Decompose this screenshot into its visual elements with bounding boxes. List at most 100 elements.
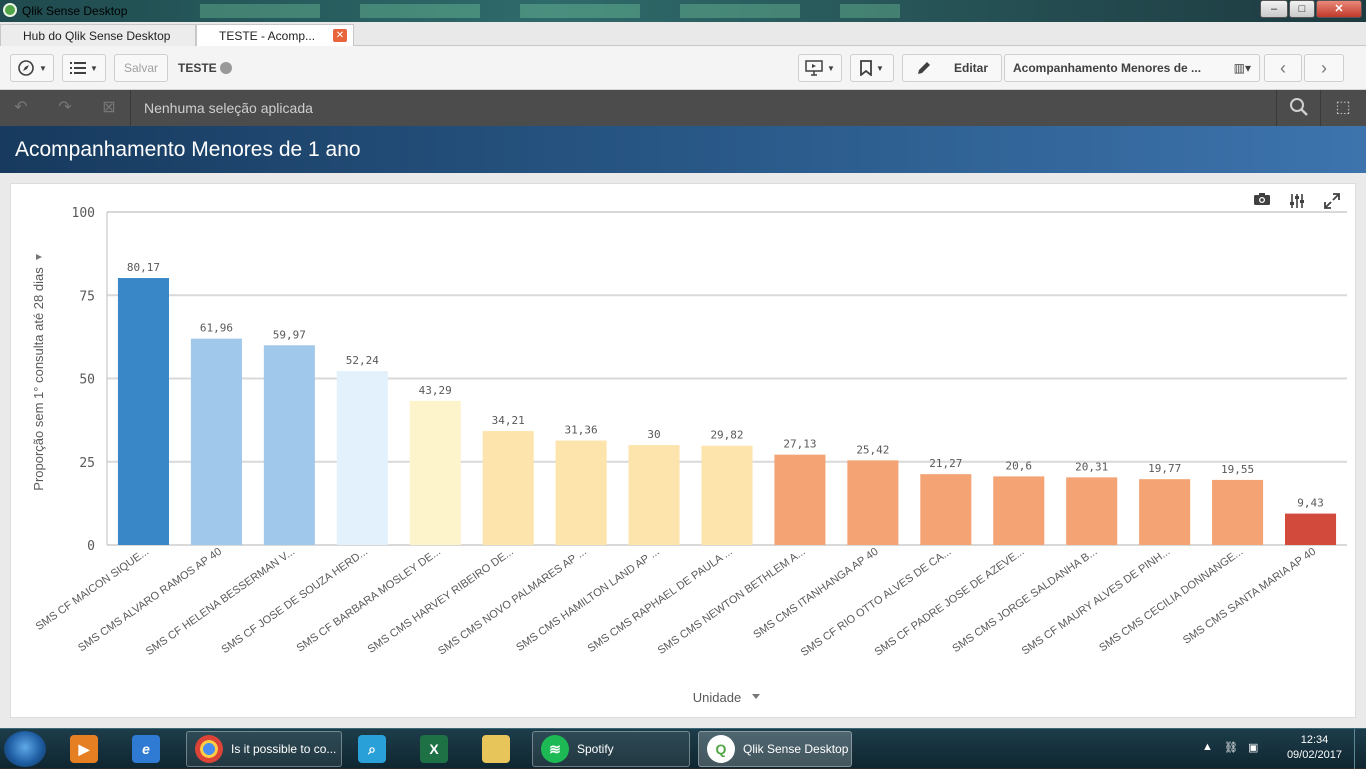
explorer-pinned[interactable] — [474, 731, 524, 767]
bar — [409, 400, 461, 545]
data-label: 19,77 — [1148, 462, 1181, 475]
excel-pinned[interactable]: X — [412, 731, 462, 767]
bookmark-icon — [860, 60, 872, 76]
chevron-right-icon: › — [1321, 57, 1327, 78]
sheet-header: Acompanhamento Menores de 1 ano — [0, 126, 1366, 173]
y-tick-label: 100 — [72, 206, 95, 221]
bar — [1139, 479, 1191, 545]
clear-selections-icon[interactable]: ⊠ — [96, 97, 122, 119]
tab-hub[interactable]: Hub do Qlik Sense Desktop — [0, 24, 196, 46]
close-tab-icon[interactable]: ✕ — [333, 29, 347, 42]
presentation-icon — [805, 60, 823, 76]
network-icon[interactable]: ⛓ — [1224, 741, 1238, 754]
x-tick-label: SMS CF MAICON SIQUE... — [34, 546, 152, 633]
x-tick-label: SMS CF JOSE DE SOUZA HERD... — [219, 546, 370, 656]
bar — [993, 476, 1045, 545]
bar — [628, 445, 680, 545]
taskbar-chrome-window[interactable]: Is it possible to co... — [186, 731, 342, 767]
bar — [117, 278, 169, 545]
x-tick-label: SMS CMS ITANHANGA AP 40 — [751, 546, 880, 641]
data-label: 34,21 — [492, 414, 525, 427]
x-tick-label: SMS CMS ALVARO RAMOS AP 40 — [76, 546, 224, 655]
data-label: 9,43 — [1297, 497, 1324, 510]
system-clock[interactable]: 12:34 09/02/2017 — [1287, 733, 1342, 763]
x-tick-label: SMS CMS HAMILTON LAND AP ... — [514, 546, 662, 654]
bar — [1285, 513, 1337, 545]
app-toolbar: ▼ ▼ Salvar TESTE ▼ ▼ Editar Acompanhamen… — [0, 46, 1366, 90]
folder-icon — [482, 735, 510, 763]
data-label: 43,29 — [419, 384, 452, 397]
y-tick-label: 50 — [79, 373, 95, 388]
selection-tool-icon[interactable]: ⬚ — [1330, 97, 1356, 119]
previous-sheet-button[interactable]: ‹ — [1264, 54, 1302, 82]
y-tick-label: 25 — [79, 456, 95, 471]
chevron-left-icon: ‹ — [1280, 57, 1286, 78]
y-tick-label: 0 — [87, 539, 95, 554]
bar — [482, 431, 534, 545]
taskbar-spotify-window[interactable]: ≋ Spotify — [532, 731, 690, 767]
x-tick-label: SMS CMS NOVO PALMARES AP ... — [436, 546, 589, 658]
y-tick-label: 75 — [79, 289, 95, 304]
list-icon — [70, 62, 87, 74]
chevron-down-icon: ▼ — [39, 63, 47, 73]
sheet-menu-button[interactable]: ▼ — [62, 54, 106, 82]
bookmarks-button[interactable]: ▼ — [850, 54, 894, 82]
bar — [774, 454, 826, 545]
divider — [1320, 90, 1321, 126]
show-desktop-button[interactable] — [1354, 729, 1366, 769]
bar — [1066, 477, 1118, 545]
chrome-icon — [195, 735, 223, 763]
bar — [336, 371, 388, 545]
x-tick-label: SMS CMS HARVEY RIBEIRO DE... — [366, 546, 516, 656]
chevron-down-icon: ▼ — [90, 63, 98, 73]
app-name-label: TESTE — [178, 61, 217, 75]
navigation-menu-button[interactable]: ▼ — [10, 54, 54, 82]
data-label: 61,96 — [200, 322, 233, 335]
no-selections-text: Nenhuma seleção aplicada — [144, 100, 313, 116]
window-titlebar: Qlik Sense Desktop – □ ✕ — [0, 0, 1366, 22]
bar-chart-object[interactable]: 0 25 50 75 100 Proporção sem 1° consulta até … — [10, 183, 1356, 718]
data-label: 59,97 — [273, 328, 306, 341]
start-button[interactable] — [4, 731, 46, 767]
x-axis-title: Unidade — [693, 690, 741, 705]
close-window-button[interactable]: ✕ — [1316, 0, 1362, 18]
clock-date: 09/02/2017 — [1286, 749, 1342, 761]
data-label: 29,82 — [710, 429, 743, 442]
internet-explorer-pinned[interactable]: e — [124, 731, 174, 767]
divider — [1276, 90, 1277, 126]
x-tick-label: SMS CF MAURY ALVES DE PINH... — [1020, 546, 1173, 658]
taskbar-item-label: Qlik Sense Desktop — [743, 742, 849, 756]
y-axis-menu-icon — [36, 254, 42, 260]
step-forward-icon[interactable]: ↷ — [52, 97, 78, 119]
data-label: 31,36 — [565, 424, 598, 437]
data-label: 27,13 — [783, 438, 816, 451]
search-app-pinned[interactable]: ⌕ — [350, 731, 400, 767]
minimize-button[interactable]: – — [1260, 0, 1288, 18]
chevron-down-icon: ▼ — [827, 63, 835, 73]
edit-button[interactable]: Editar — [902, 54, 1002, 82]
sheet-title: Acompanhamento Menores de 1 ano — [15, 138, 361, 161]
taskbar-qlik-window[interactable]: Q Qlik Sense Desktop — [698, 731, 852, 767]
tab-label: Hub do Qlik Sense Desktop — [23, 29, 171, 43]
storytelling-button[interactable]: ▼ — [798, 54, 842, 82]
x-tick-label: SMS CF RIO OTTO ALVES DE CA... — [799, 546, 954, 659]
bar — [555, 440, 607, 545]
taskbar-item-label: Spotify — [577, 742, 614, 756]
media-player-pinned[interactable]: ▶ — [62, 731, 112, 767]
search-icon[interactable] — [1286, 97, 1312, 119]
sheet-selector[interactable]: Acompanhamento Menores de ... ▥▾ — [1004, 54, 1260, 82]
next-sheet-button[interactable]: › — [1304, 54, 1344, 82]
selections-bar: ↶ ↷ ⊠ Nenhuma seleção aplicada ⬚ — [0, 90, 1366, 126]
bar-chart: 0 25 50 75 100 Proporção sem 1° consulta até … — [31, 206, 1347, 705]
volume-icon[interactable]: ▣ — [1248, 741, 1258, 754]
titlebar-background — [200, 4, 900, 18]
step-back-icon[interactable]: ↶ — [8, 97, 34, 119]
clock-time: 12:34 — [1300, 734, 1329, 746]
bar — [847, 460, 899, 545]
chevron-down-icon: ▼ — [876, 63, 884, 73]
data-label: 20,6 — [1006, 459, 1033, 472]
tab-app[interactable]: TESTE - Acomp... ✕ — [196, 24, 354, 46]
maximize-button[interactable]: □ — [1289, 0, 1315, 18]
save-button[interactable]: Salvar — [114, 54, 168, 82]
tray-expand-icon[interactable]: ▲ — [1202, 741, 1213, 753]
